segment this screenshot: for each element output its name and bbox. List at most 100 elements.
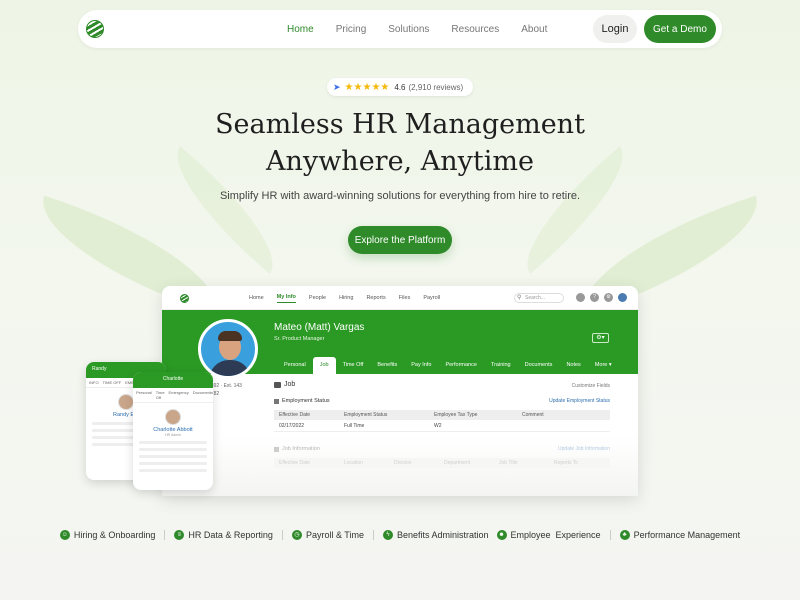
job-information-header: Job Information Update Job Information xyxy=(274,446,610,452)
update-job-information-link[interactable]: Update Job Information xyxy=(558,446,610,452)
column-header: Employment Status xyxy=(344,412,388,418)
employment-status-title: Employment Status xyxy=(282,398,330,404)
column-header: Comment xyxy=(522,412,544,418)
job-information-title: Job Information xyxy=(282,446,320,452)
tab-job[interactable]: Job xyxy=(312,357,336,374)
phone-tab[interactable]: Documents xyxy=(193,390,213,400)
tab-pay-info[interactable]: Pay Info xyxy=(404,357,438,374)
feature-performance[interactable]: ♣ Performance Management xyxy=(619,530,741,540)
app-logo-icon xyxy=(180,294,189,303)
feature-benefits[interactable]: ϟ Benefits Administration xyxy=(382,530,489,540)
app-nav-hiring[interactable]: Hiring xyxy=(339,295,353,301)
app-top-bar: Home My Info People Hiring Reports Files… xyxy=(162,286,638,310)
review-count: (2,910 reviews) xyxy=(408,82,464,92)
employee-avatar xyxy=(198,319,258,379)
divider xyxy=(281,530,283,540)
column-header: Effective Date xyxy=(279,412,311,418)
app-search-input[interactable]: Search... xyxy=(514,293,564,303)
section-title: Job xyxy=(274,381,610,388)
tab-notes[interactable]: Notes xyxy=(559,357,587,374)
table-cell: 02/17/2022 xyxy=(279,422,305,429)
inbox-icon[interactable] xyxy=(576,293,585,302)
hero-title-line-1: Seamless HR Management xyxy=(215,109,585,140)
nav-link-about[interactable]: About xyxy=(521,24,547,35)
update-employment-status-link[interactable]: Update Employment Status xyxy=(549,398,610,404)
phone-tab[interactable]: TIME OFF xyxy=(103,380,122,385)
hero-title-line-2: Anywhere, Anytime xyxy=(266,146,534,177)
employment-status-table: Effective Date Employment Status Employe… xyxy=(274,410,610,432)
tab-documents[interactable]: Documents xyxy=(518,357,560,374)
app-nav-reports[interactable]: Reports xyxy=(366,295,385,301)
column-header: Division xyxy=(394,460,412,466)
nav-link-home[interactable]: Home xyxy=(287,24,314,35)
feature-label: Performance Management xyxy=(633,530,741,540)
table-header: Effective Date Employment Status Employe… xyxy=(274,410,610,420)
rating-score: 4.6 xyxy=(394,82,406,92)
feature-hr-data[interactable]: ≡ HR Data & Reporting xyxy=(174,530,273,540)
tab-time-off[interactable]: Time Off xyxy=(336,357,371,374)
feature-label: Hiring & Onboarding xyxy=(73,530,156,540)
feature-employee-experience[interactable]: ☻ Employee Experience xyxy=(496,530,601,540)
divider xyxy=(372,530,374,540)
tab-personal[interactable]: Personal xyxy=(277,357,313,374)
tab-benefits[interactable]: Benefits xyxy=(370,357,404,374)
table-header: Effective Date Location Division Departm… xyxy=(274,458,610,468)
feature-label: Employee Experience xyxy=(510,530,601,540)
explore-platform-button[interactable]: Explore the Platform xyxy=(348,226,452,254)
app-nav-payroll[interactable]: Payroll xyxy=(423,295,440,301)
job-section: Job Customize Fields Employment Status U… xyxy=(274,381,610,468)
column-header: Effective Date xyxy=(279,460,311,466)
column-header: Job Title xyxy=(499,460,518,466)
info-icon xyxy=(274,446,279,452)
user-avatar-icon[interactable] xyxy=(618,293,627,302)
table-row[interactable]: 02/17/2022 Full Time W2 xyxy=(274,420,610,432)
review-site-icon: ➤ xyxy=(333,81,341,92)
feature-payroll[interactable]: ◷ Payroll & Time xyxy=(291,530,364,540)
hero-title: Seamless HR Management Anywhere, Anytime xyxy=(0,106,800,180)
phone-header: Charlotte xyxy=(133,372,213,388)
customize-fields-link[interactable]: Customize Fields xyxy=(572,383,610,389)
app-nav-people[interactable]: People xyxy=(309,295,326,301)
star-rating-icons: ★★★★★ xyxy=(344,81,390,93)
feature-hiring[interactable]: ☺ Hiring & Onboarding xyxy=(59,530,156,540)
divider xyxy=(164,530,166,540)
divider xyxy=(609,530,611,540)
phone-avatar xyxy=(165,409,181,425)
phone-tab[interactable]: Time Off xyxy=(156,390,165,400)
feature-list: ☺ Hiring & Onboarding ≡ HR Data & Report… xyxy=(0,528,800,542)
tab-more[interactable]: More ▾ xyxy=(588,357,619,374)
get-demo-button[interactable]: Get a Demo xyxy=(644,15,716,43)
tab-performance[interactable]: Performance xyxy=(438,357,484,374)
employee-title: Sr. Product Manager xyxy=(274,336,325,342)
profile-settings-button[interactable]: ⚙▾ xyxy=(592,333,609,343)
table-cell: Full Time xyxy=(344,422,365,429)
help-icon[interactable]: ? xyxy=(590,293,599,302)
hero-subtitle: Simplify HR with award-winning solutions… xyxy=(219,190,581,202)
nav-link-pricing[interactable]: Pricing xyxy=(336,24,367,35)
rating-badge[interactable]: ➤ ★★★★★ 4.6 (2,910 reviews) xyxy=(327,78,473,96)
section-title-text: Job xyxy=(284,381,296,388)
app-nav-my-info[interactable]: My Info xyxy=(276,294,296,303)
phone-tabs: Personal Time Off Emergency Documents xyxy=(133,388,213,403)
nav-link-resources[interactable]: Resources xyxy=(451,24,499,35)
brand-logo-icon[interactable] xyxy=(86,20,104,38)
gear-icon[interactable]: ⚙ xyxy=(604,293,613,302)
login-button[interactable]: Login xyxy=(593,15,637,43)
nav-link-solutions[interactable]: Solutions xyxy=(388,24,429,35)
column-header: Department xyxy=(444,460,471,466)
feature-label: Benefits Administration xyxy=(396,530,489,540)
profile-tabs: Personal Job Time Off Benefits Pay Info … xyxy=(277,357,619,374)
tab-training[interactable]: Training xyxy=(484,357,518,374)
app-nav-home[interactable]: Home xyxy=(249,295,264,301)
phone-employee-role: HR Admin xyxy=(165,433,181,437)
feature-label: HR Data & Reporting xyxy=(188,530,273,540)
column-header: Employee Tax Type xyxy=(434,412,478,418)
phone-avatar xyxy=(118,394,134,410)
app-nav-files[interactable]: Files xyxy=(399,295,411,301)
top-nav: Home Pricing Solutions Resources About L… xyxy=(78,10,722,48)
phone-tab[interactable]: INFO xyxy=(89,380,99,385)
phone-tab[interactable]: Personal xyxy=(136,390,152,400)
database-icon: ≡ xyxy=(174,530,185,540)
phone-tab[interactable]: Emergency xyxy=(169,390,189,400)
column-header: Reports To xyxy=(554,460,579,466)
